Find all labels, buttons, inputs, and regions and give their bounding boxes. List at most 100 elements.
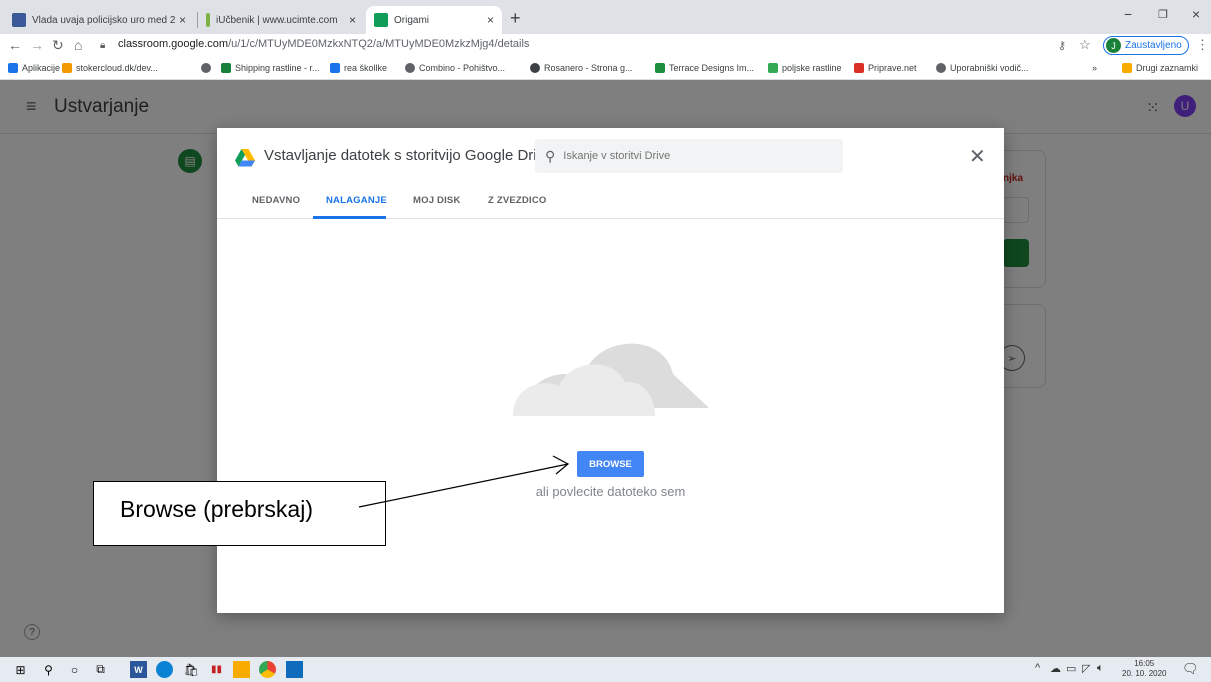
annotation-callout: Browse (prebrskaj): [93, 481, 386, 546]
bookmark-label: Rosanero - Strona g...: [544, 63, 633, 73]
bookmark-label: Aplikacije: [22, 63, 61, 73]
bookmark-label: Shipping rastline - r...: [235, 63, 320, 73]
url-domain: classroom.google.com: [118, 38, 229, 50]
key-icon[interactable]: ⚷: [1058, 39, 1066, 52]
bookmark-label: Uporabniški vodič...: [950, 63, 1029, 73]
picker-tabs: NEDAVNO NALAGANJE MOJ DISK Z ZVEZDICO: [217, 182, 1004, 219]
gift-icon[interactable]: ▮▮: [208, 661, 225, 678]
system-clock[interactable]: 16:05 20. 10. 2020: [1122, 659, 1166, 679]
bookmark-label: Terrace Designs Im...: [669, 63, 755, 73]
tab-upload[interactable]: NALAGANJE: [326, 195, 387, 206]
onedrive-icon[interactable]: ☁: [1050, 662, 1061, 675]
tab-recent[interactable]: NEDAVNO: [252, 195, 300, 206]
stokercloud-icon: [62, 63, 72, 73]
mail-icon[interactable]: [286, 661, 303, 678]
bookmark-other-folder[interactable]: Drugi zaznamki: [1122, 63, 1198, 73]
close-icon[interactable]: ✕: [969, 144, 986, 169]
browser-tab-1[interactable]: Vlada uvaja policijsko uro med 2 ×: [4, 6, 194, 34]
tab-title: Origami: [394, 14, 430, 26]
edge-icon[interactable]: [156, 661, 173, 678]
show-hidden-icons[interactable]: ^: [1035, 662, 1040, 674]
bookmark-label: Combino - Pohištvo...: [419, 63, 506, 73]
forward-arrow-icon[interactable]: →: [30, 37, 44, 53]
bookmark-stokercloud[interactable]: stokercloud.dk/dev...: [62, 63, 158, 73]
volume-icon[interactable]: 🔈︎: [1097, 662, 1104, 675]
bookmark-priprave[interactable]: Priprave.net: [854, 63, 917, 73]
terrace-icon: [655, 63, 665, 73]
tab-close-icon[interactable]: ×: [179, 13, 186, 27]
new-tab-button[interactable]: +: [510, 8, 521, 29]
chrome-menu-icon[interactable]: ⋮: [1196, 37, 1209, 53]
tab-my-drive[interactable]: MOJ DISK: [413, 195, 461, 206]
apps-grid-icon: [8, 63, 18, 73]
profile-avatar: J: [1106, 38, 1121, 53]
file-explorer-icon[interactable]: [233, 661, 250, 678]
windows-taskbar: ⊞ ⚲ ○ ⧉ W 🛍︎ ▮▮ ^ ☁ ▭ ◸ 🔈︎ 16:05 20. 10.…: [0, 657, 1211, 682]
back-arrow-icon[interactable]: ←: [8, 37, 22, 53]
browser-tab-2[interactable]: iUčbenik | www.ucimte.com ×: [198, 6, 364, 34]
google-drive-icon: [235, 149, 255, 167]
bookmark-combino[interactable]: Combino - Pohištvo...: [405, 63, 505, 73]
bookmark-label: poljske rastline: [782, 63, 842, 73]
globe-icon: [201, 63, 211, 73]
clock-date: 20. 10. 2020: [1122, 669, 1167, 678]
browser-tab-strip: Vlada uvaja policijsko uro med 2 × iUčbe…: [0, 0, 1211, 34]
bookmark-apps[interactable]: Aplikacije: [8, 63, 60, 73]
browse-button[interactable]: BROWSE: [577, 451, 644, 477]
tab-title: iUčbenik | www.ucimte.com: [216, 14, 338, 26]
word-icon[interactable]: W: [130, 661, 147, 678]
chrome-icon[interactable]: [259, 661, 276, 678]
folder-icon: [1122, 63, 1132, 73]
reload-icon[interactable]: ↻: [52, 37, 64, 54]
active-tab-indicator: [313, 216, 386, 219]
window-close-button[interactable]: ×: [1192, 6, 1200, 22]
drive-search-box[interactable]: ⚲: [535, 139, 843, 173]
profile-button[interactable]: J Zaustavljeno: [1103, 36, 1189, 55]
tab-close-icon[interactable]: ×: [349, 13, 356, 27]
bookmark-globe[interactable]: [201, 63, 215, 73]
news-favicon-icon: [12, 13, 26, 27]
bookmark-label: stokercloud.dk/dev...: [76, 63, 158, 73]
task-view-icon[interactable]: ⧉: [92, 661, 109, 678]
maximize-button[interactable]: ❐: [1158, 8, 1168, 21]
lock-icon[interactable]: 🔒︎: [100, 40, 105, 51]
store-icon[interactable]: 🛍︎: [183, 661, 200, 678]
bookmark-rea[interactable]: rea škollke: [330, 63, 387, 73]
annotation-text: Browse (prebrskaj): [120, 496, 313, 522]
drive-search-input[interactable]: [563, 150, 824, 162]
poljske-icon: [768, 63, 778, 73]
battery-icon[interactable]: ▭: [1066, 662, 1076, 675]
globe-icon: [405, 63, 415, 73]
bookmark-terrace[interactable]: Terrace Designs Im...: [655, 63, 754, 73]
url-path: /u/1/c/MTUyMDE0MzkxNTQ2/a/MTUyMDE0MzkzMj…: [228, 38, 530, 50]
bookmark-poljske[interactable]: poljske rastline: [768, 63, 842, 73]
bookmark-shipping[interactable]: Shipping rastline - r...: [221, 63, 320, 73]
browser-tab-3-active[interactable]: Origami ×: [366, 6, 502, 34]
bookmark-uporabniski[interactable]: Uporabniški vodič...: [936, 63, 1029, 73]
cortana-icon[interactable]: ○: [66, 661, 83, 678]
rea-icon: [330, 63, 340, 73]
bookmark-rosanero[interactable]: Rosanero - Strona g...: [530, 63, 633, 73]
search-icon[interactable]: ⚲: [40, 661, 57, 678]
bookmark-label: rea škollke: [344, 63, 388, 73]
windows-start-icon[interactable]: ⊞: [12, 661, 29, 678]
network-icon[interactable]: ◸: [1082, 662, 1090, 675]
tab-close-icon[interactable]: ×: [487, 13, 494, 27]
pinterest-icon: [854, 63, 864, 73]
minimize-button[interactable]: −: [1124, 6, 1132, 22]
clock-time: 16:05: [1134, 659, 1155, 668]
home-icon[interactable]: ⌂: [74, 37, 82, 53]
bookmark-star-icon[interactable]: ☆: [1079, 37, 1091, 53]
globe-icon: [936, 63, 946, 73]
browser-toolbar: ← → ↻ ⌂ 🔒︎ classroom.google.com/u/1/c/MT…: [0, 34, 1211, 58]
profile-label: Zaustavljeno: [1125, 40, 1182, 51]
address-bar[interactable]: classroom.google.com/u/1/c/MTUyMDE0MzkxN…: [118, 38, 529, 50]
classroom-favicon-icon: [374, 13, 388, 27]
notifications-icon[interactable]: 🗨︎: [1182, 661, 1199, 677]
drag-drop-hint: ali povlecite datoteko sem: [535, 484, 686, 499]
upload-cloud-illustration: [513, 343, 709, 416]
ucbenik-favicon-icon: [206, 13, 210, 27]
bookmarks-more-icon[interactable]: »: [1092, 63, 1097, 73]
tab-starred[interactable]: Z ZVEZDICO: [488, 195, 546, 206]
dialog-title: Vstavljanje datotek s storitvijo Google …: [264, 147, 553, 164]
